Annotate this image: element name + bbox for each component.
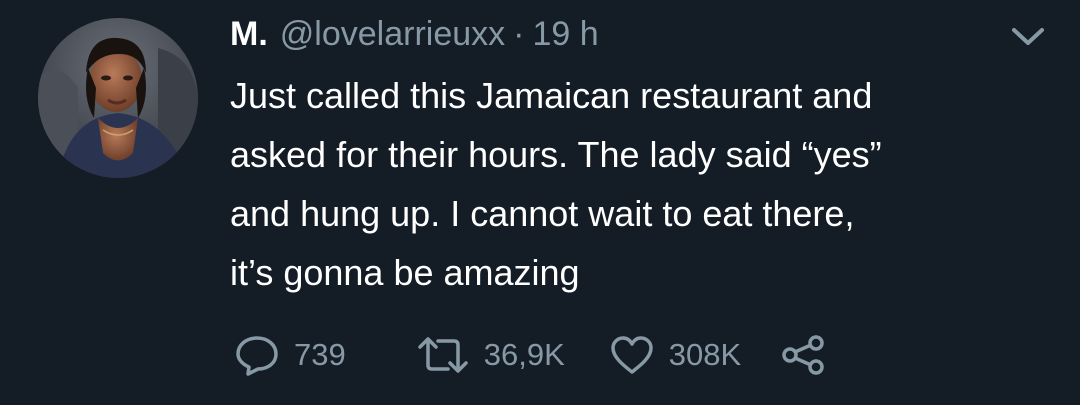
tweet[interactable]: M. @lovelarrieuxx · 19 h Just called thi… bbox=[0, 0, 1080, 405]
share-button[interactable] bbox=[781, 334, 827, 376]
retweet-icon bbox=[416, 335, 470, 375]
reply-count: 739 bbox=[294, 337, 346, 372]
user-handle[interactable]: @lovelarrieuxx bbox=[280, 15, 505, 54]
retweet-count: 36,9K bbox=[483, 337, 565, 372]
reply-icon bbox=[234, 334, 280, 376]
timestamp[interactable]: 19 h bbox=[532, 15, 598, 54]
display-name[interactable]: M. bbox=[230, 15, 268, 54]
like-count: 308K bbox=[668, 337, 742, 372]
retweet-button[interactable]: 36,9K bbox=[416, 335, 565, 375]
tweet-text-line: it’s gonna be amazing bbox=[230, 252, 580, 293]
avatar-photo bbox=[38, 18, 198, 178]
tweet-text-line: Just called this Jamaican restaurant and bbox=[230, 75, 873, 116]
share-icon bbox=[781, 334, 827, 376]
tweet-text-line: and hung up. I cannot wait to eat there, bbox=[230, 193, 855, 234]
tweet-text-line: asked for their hours. The lady said “ye… bbox=[230, 134, 882, 175]
tweet-text: Just called this Jamaican restaurant and… bbox=[230, 66, 1050, 302]
avatar[interactable] bbox=[38, 18, 198, 178]
like-button[interactable]: 308K bbox=[609, 334, 741, 376]
tweet-header: M. @lovelarrieuxx · 19 h bbox=[230, 12, 599, 56]
chevron-down-icon[interactable] bbox=[1008, 24, 1048, 50]
heart-icon bbox=[609, 334, 655, 376]
reply-button[interactable]: 739 bbox=[234, 334, 346, 376]
tweet-actions: 739 36,9K 308K bbox=[234, 332, 827, 378]
separator-dot: · bbox=[513, 14, 525, 53]
